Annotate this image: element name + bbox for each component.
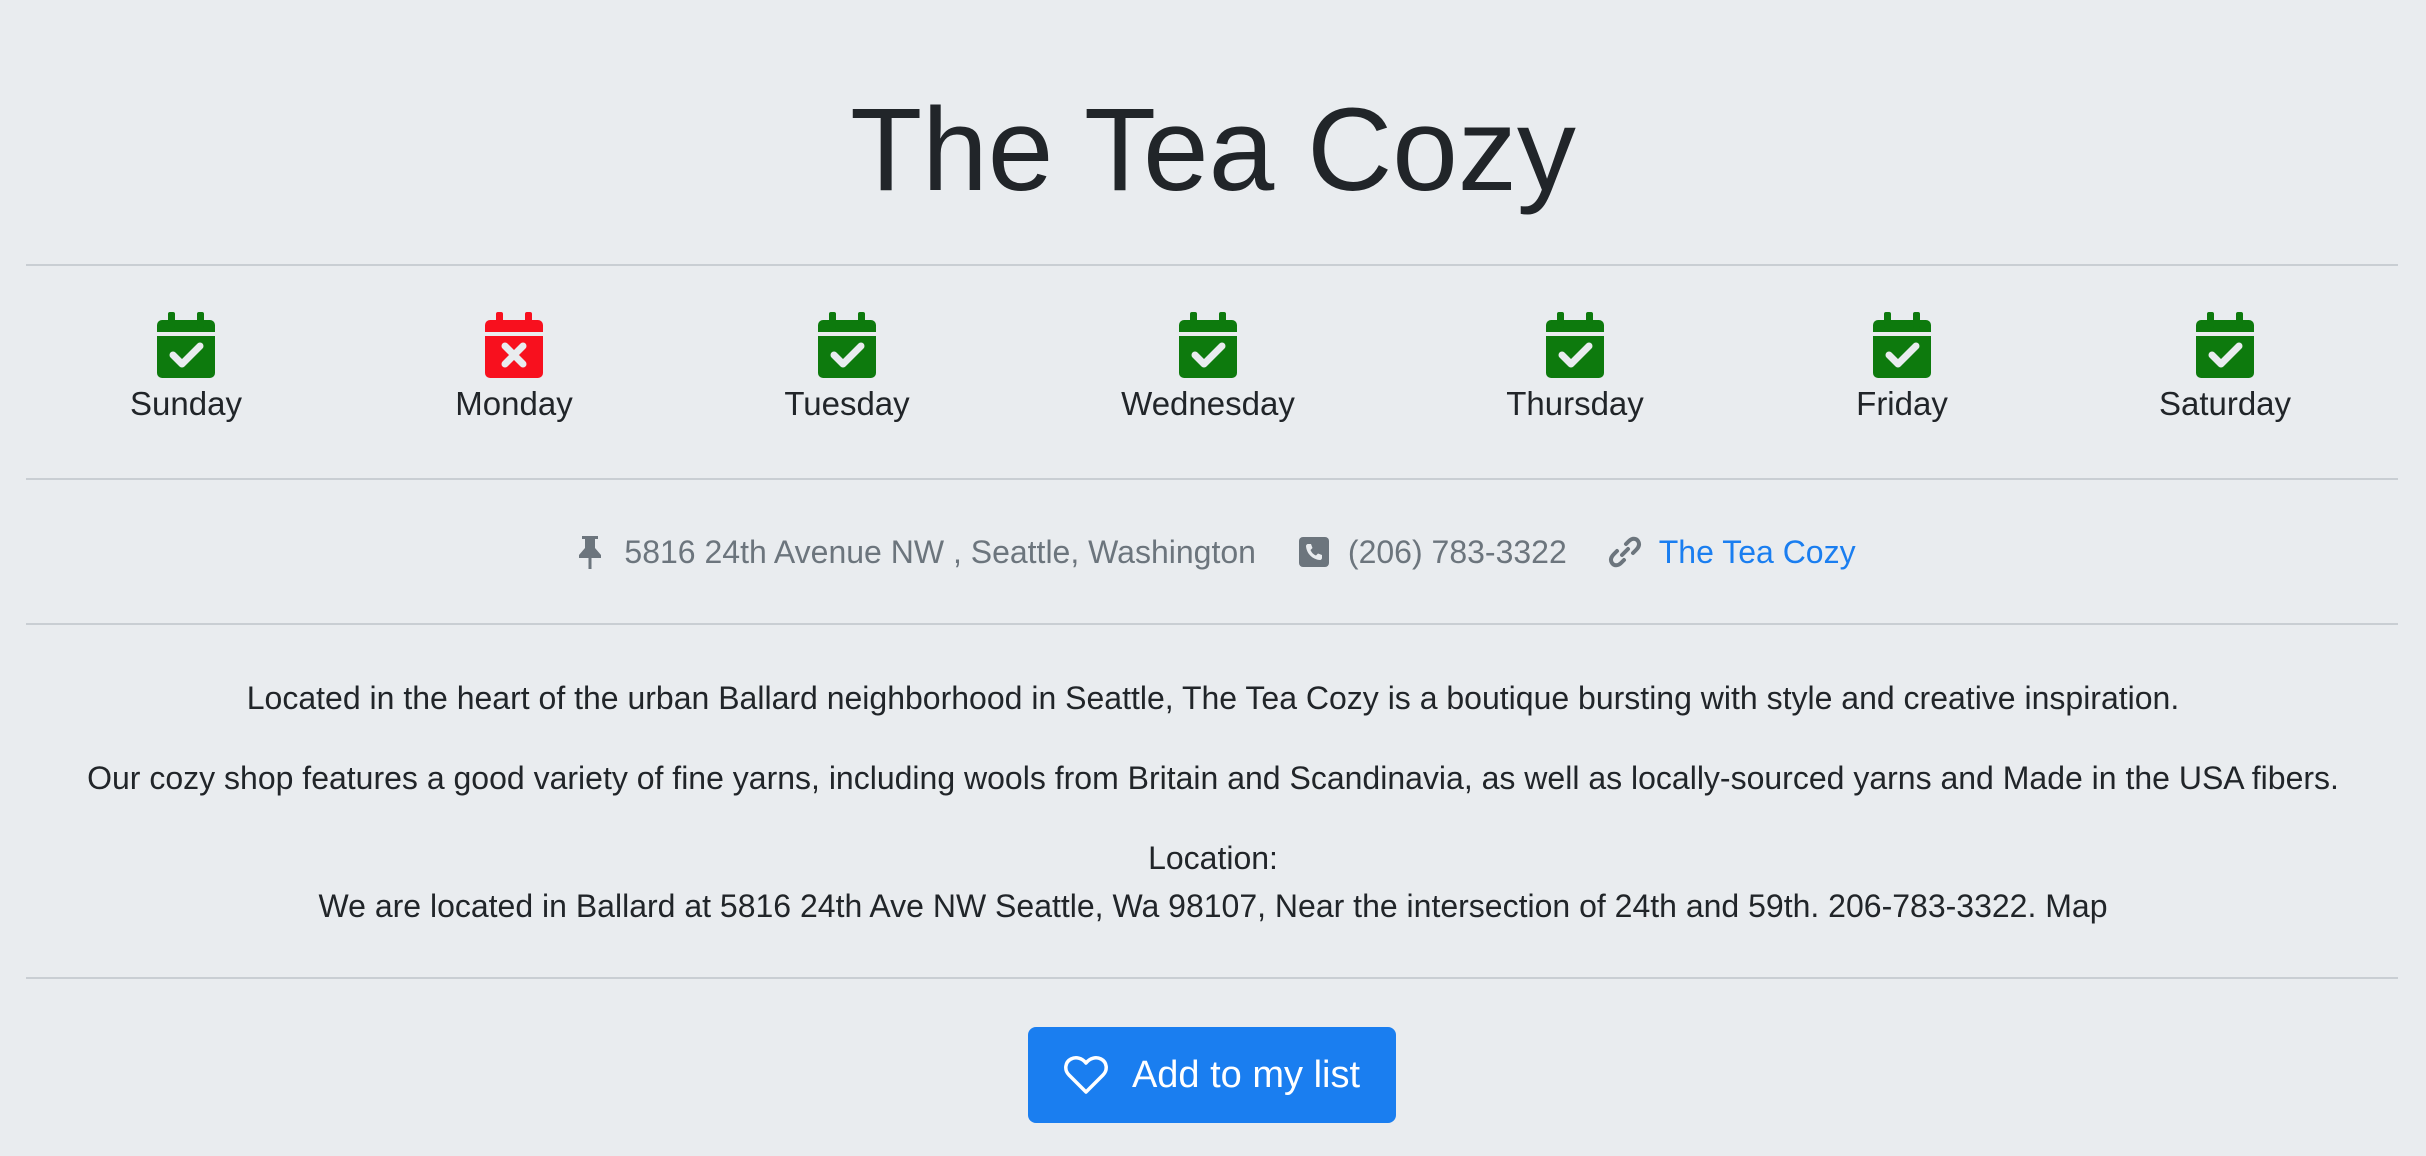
contact-info: 5816 24th Avenue NW , Seattle, Washingto…	[0, 525, 2426, 579]
calendar-check-icon	[1873, 312, 1931, 378]
day-label: Saturday	[2158, 385, 2292, 422]
opening-days: Sunday Monday Tuesday Wednesday Thursday…	[0, 300, 2426, 440]
day-label: Monday	[455, 385, 573, 422]
day-saturday: Saturday	[2095, 300, 2355, 424]
address-item: 5816 24th Avenue NW , Seattle, Washingto…	[570, 532, 1256, 572]
website-item: The Tea Cozy	[1605, 532, 1856, 572]
calendar-check-icon	[818, 312, 876, 378]
calendar-check-icon	[1179, 312, 1237, 378]
day-thursday: Thursday	[1445, 300, 1705, 424]
calendar-check-icon	[2196, 312, 2254, 378]
divider-bottom	[26, 977, 2398, 979]
website-link[interactable]: The Tea Cozy	[1659, 534, 1856, 571]
phone-text: (206) 783-3322	[1347, 533, 1567, 570]
location-heading: Location:	[1148, 840, 1278, 876]
day-label: Tuesday	[784, 385, 910, 422]
calendar-check-icon	[157, 312, 215, 378]
page-title: The Tea Cozy	[850, 84, 1576, 216]
calendar-check-icon	[1546, 312, 1604, 378]
link-icon	[1605, 532, 1645, 572]
day-label: Sunday	[130, 385, 242, 422]
location-text: We are located in Ballard at 5816 24th A…	[318, 888, 2108, 924]
calendar-x-icon	[485, 312, 543, 378]
day-label: Thursday	[1506, 385, 1644, 422]
day-sunday: Sunday	[56, 300, 316, 424]
divider-days	[26, 478, 2398, 480]
description-paragraph-2: Our cozy shop features a good variety of…	[87, 760, 2339, 796]
phone-item: (206) 783-3322	[1294, 532, 1567, 572]
description-paragraph-1: Located in the heart of the urban Ballar…	[246, 680, 2180, 716]
pushpin-icon	[570, 532, 610, 572]
divider-contact	[26, 623, 2398, 625]
day-monday: Monday	[384, 300, 644, 424]
day-label: Wednesday	[1121, 385, 1295, 422]
day-tuesday: Tuesday	[717, 300, 977, 424]
phone-square-icon	[1294, 532, 1334, 572]
day-wednesday: Wednesday	[1078, 300, 1338, 424]
add-to-list-button[interactable]: Add to my list	[1028, 1027, 1396, 1123]
divider-top	[26, 264, 2398, 266]
day-label: Friday	[1856, 385, 1948, 422]
address-text: 5816 24th Avenue NW , Seattle, Washingto…	[624, 533, 1256, 570]
day-friday: Friday	[1772, 300, 2032, 424]
heart-outline-icon	[1064, 1056, 1108, 1094]
add-to-list-label: Add to my list	[1131, 1053, 1361, 1096]
